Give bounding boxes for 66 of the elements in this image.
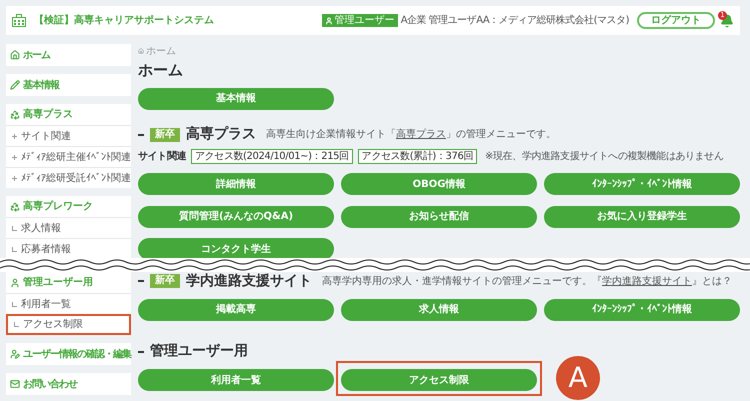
app-title: 【検証】高専キャリアサポートシステム bbox=[34, 13, 214, 28]
user-name: A企業 管理ユーザAA：メディア総研株式会社(マスタ) bbox=[400, 14, 629, 28]
recycle-icon bbox=[10, 110, 20, 120]
subheading: サイト関連 bbox=[138, 150, 186, 164]
menu-button[interactable]: 詳細情報 bbox=[138, 173, 334, 195]
sidebar-heading[interactable]: 管理ユーザー用 bbox=[6, 272, 131, 293]
plus-icon bbox=[12, 154, 17, 160]
corner-icon bbox=[14, 322, 19, 327]
sidebar-heading[interactable]: 高専プレワーク bbox=[6, 196, 131, 217]
menu-button[interactable]: お知らせ配信 bbox=[341, 206, 537, 228]
menu-button[interactable]: OBOG情報 bbox=[341, 173, 537, 195]
callout-marker: A bbox=[556, 356, 600, 400]
role-badge: 管理ユーザー bbox=[322, 14, 398, 27]
menu-button[interactable]: 掲載高専 bbox=[138, 298, 334, 320]
recycle-icon bbox=[10, 202, 20, 212]
menu-button[interactable]: ｲﾝﾀｰﾝｼｯﾌﾟ・ｲﾍﾞﾝﾄ情報 bbox=[544, 298, 740, 320]
note-text: ※現在、学内進路支援サイトへの複製機能はありません bbox=[485, 150, 724, 164]
corner-icon bbox=[12, 246, 17, 252]
person-icon bbox=[10, 278, 20, 288]
site-link[interactable]: 高専プラス bbox=[396, 129, 446, 140]
sidebar-heading[interactable]: 高専プラス bbox=[6, 104, 131, 125]
section-description: 高専学内専用の求人・進学情報サイトの管理メニューです。『学内進路支援サイト』とは？ bbox=[322, 274, 732, 288]
category-badge: 新卒 bbox=[150, 128, 180, 142]
sidebar-item[interactable]: ﾒﾃﾞｨｱ総研主催ｲﾍﾞﾝﾄ関連 bbox=[6, 146, 131, 167]
pencil-icon bbox=[10, 80, 20, 90]
menu-button[interactable]: お気に入り登録学生 bbox=[544, 206, 740, 228]
sidebar-link[interactable]: ユーザー情報の確認・編集 bbox=[6, 343, 131, 365]
site-link[interactable]: 学内進路支援サイト bbox=[602, 276, 692, 286]
sidebar-link[interactable]: お問い合わせ bbox=[6, 373, 131, 395]
corner-icon bbox=[12, 226, 17, 230]
home-icon bbox=[138, 48, 144, 54]
menu-button[interactable]: コンタクト学生 bbox=[138, 238, 334, 258]
page-title: ホーム bbox=[138, 60, 184, 80]
menu-button[interactable]: 利用者一覧 bbox=[138, 369, 334, 391]
category-badge: 新卒 bbox=[150, 274, 180, 288]
dash-icon bbox=[138, 350, 144, 352]
section-title: 高専プラス bbox=[186, 124, 256, 144]
plus-icon bbox=[12, 134, 17, 138]
sidebar-item[interactable]: サイト関連 bbox=[6, 125, 131, 146]
sidebar-item[interactable]: 利用者一覧 bbox=[6, 293, 131, 314]
sidebar-link[interactable]: ホーム bbox=[6, 44, 131, 66]
sidebar-item[interactable]: アクセス制限 bbox=[6, 314, 131, 335]
menu-button[interactable]: 基本情報 bbox=[138, 88, 334, 110]
home-icon bbox=[10, 50, 20, 60]
dash-icon bbox=[138, 280, 144, 282]
access-count-badge: アクセス数(累計)：376回 bbox=[358, 149, 478, 164]
plus-icon bbox=[12, 176, 17, 180]
dash-icon bbox=[138, 134, 144, 136]
logout-button[interactable]: ログアウト bbox=[637, 12, 715, 29]
menu-button[interactable]: アクセス制限 bbox=[341, 369, 537, 391]
sidebar-item[interactable]: ﾒﾃﾞｨｱ総研受託ｲﾍﾞﾝﾄ関連 bbox=[6, 167, 131, 188]
menu-button[interactable]: 求人情報 bbox=[341, 298, 537, 320]
section-title: 学内進路支援サイト bbox=[186, 272, 312, 290]
sidebar-link[interactable]: 基本情報 bbox=[6, 74, 131, 96]
sidebar-item[interactable]: 求人情報 bbox=[6, 217, 131, 238]
section-description: 高専生向け企業情報サイト「高専プラス」の管理メニューです。 bbox=[266, 128, 556, 142]
section-title: 管理ユーザー用 bbox=[150, 342, 248, 361]
mail-icon bbox=[10, 379, 20, 389]
menu-button[interactable]: 質問管理(みんなのQ&A) bbox=[138, 206, 334, 228]
person-icon bbox=[324, 16, 333, 24]
user-edit-icon bbox=[10, 349, 20, 359]
access-count-badge: アクセス数(2024/10/01~)：215回 bbox=[191, 149, 353, 164]
breadcrumb-link[interactable]: ホーム bbox=[146, 44, 176, 58]
building-icon bbox=[12, 14, 26, 27]
menu-button[interactable]: ｲﾝﾀｰﾝｼｯﾌﾟ・ｲﾍﾞﾝﾄ情報 bbox=[544, 173, 740, 195]
corner-icon bbox=[12, 302, 17, 306]
